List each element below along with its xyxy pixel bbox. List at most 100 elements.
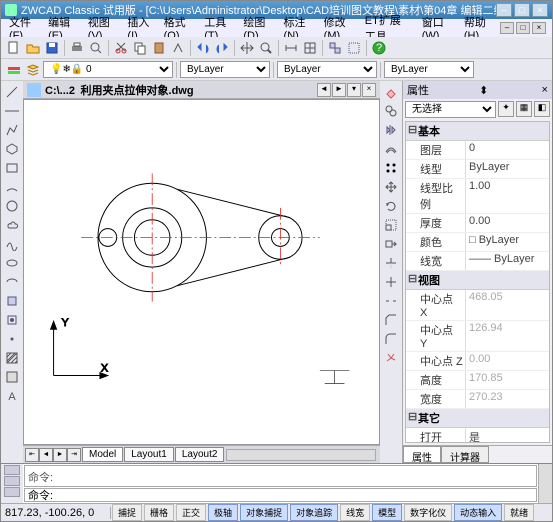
insert-icon[interactable]: [3, 292, 21, 310]
color-combo[interactable]: ByLayer: [180, 61, 270, 78]
doc-nav-right[interactable]: ►: [332, 83, 346, 97]
status-toggle[interactable]: 栅格: [144, 504, 174, 521]
arc-icon[interactable]: [3, 178, 21, 196]
undo-icon[interactable]: [194, 39, 212, 57]
status-toggle[interactable]: 动态输入: [454, 504, 502, 521]
line-icon[interactable]: [3, 83, 21, 101]
fillet-icon[interactable]: [382, 330, 400, 348]
tab-properties[interactable]: 属性: [403, 446, 441, 463]
offset-icon[interactable]: [382, 140, 400, 158]
status-toggle[interactable]: 对象捕捉: [240, 504, 288, 521]
save-icon[interactable]: [43, 39, 61, 57]
command-input[interactable]: 命令:: [24, 488, 537, 502]
pick-add-icon[interactable]: ▦: [516, 101, 532, 117]
close-button[interactable]: ×: [532, 3, 548, 17]
command-history[interactable]: 命令:: [24, 465, 537, 487]
maximize-button[interactable]: □: [514, 3, 530, 17]
tab-last[interactable]: ⇥: [67, 448, 81, 462]
mdi-min[interactable]: –: [500, 22, 514, 34]
new-icon[interactable]: [5, 39, 23, 57]
mdi-max[interactable]: □: [516, 22, 530, 34]
block-icon[interactable]: [3, 311, 21, 329]
group-icon[interactable]: [326, 39, 344, 57]
erase-icon[interactable]: [382, 83, 400, 101]
pan-icon[interactable]: [238, 39, 256, 57]
select-objects-icon[interactable]: ◧: [534, 101, 550, 117]
array-icon[interactable]: [382, 159, 400, 177]
xline-icon[interactable]: [3, 102, 21, 120]
lineweight-combo[interactable]: ByLayer: [384, 61, 474, 78]
zoom-icon[interactable]: [257, 39, 275, 57]
layer-state-icon[interactable]: [5, 61, 23, 79]
circle-icon[interactable]: [3, 197, 21, 215]
redo-icon[interactable]: [213, 39, 231, 57]
trim-icon[interactable]: [382, 254, 400, 272]
cut-icon[interactable]: [112, 39, 130, 57]
minimize-button[interactable]: –: [496, 3, 512, 17]
status-toggle[interactable]: 数字化仪: [404, 504, 452, 521]
cmd-sidebtn-2[interactable]: [4, 476, 20, 486]
prop-pin-icon[interactable]: ⬍: [479, 84, 488, 97]
spline-icon[interactable]: [3, 235, 21, 253]
stretch-icon[interactable]: [382, 235, 400, 253]
tab-first[interactable]: ⇤: [25, 448, 39, 462]
status-toggle[interactable]: 模型: [372, 504, 402, 521]
hscroll[interactable]: [226, 449, 376, 461]
doc-nav-left[interactable]: ◄: [317, 83, 331, 97]
tab-layout1[interactable]: Layout1: [124, 447, 174, 462]
preview-icon[interactable]: [87, 39, 105, 57]
ungroup-icon[interactable]: [345, 39, 363, 57]
extend-icon[interactable]: [382, 273, 400, 291]
table-icon[interactable]: [301, 39, 319, 57]
mdi-close[interactable]: ×: [532, 22, 546, 34]
layer-props-icon[interactable]: [24, 61, 42, 79]
copy-icon[interactable]: [131, 39, 149, 57]
mirror-icon[interactable]: [382, 121, 400, 139]
status-toggle[interactable]: 正交: [176, 504, 206, 521]
polygon-icon[interactable]: [3, 140, 21, 158]
copy2-icon[interactable]: [382, 102, 400, 120]
print-icon[interactable]: [68, 39, 86, 57]
dim-icon[interactable]: [282, 39, 300, 57]
text-icon[interactable]: A: [3, 387, 21, 405]
rect-icon[interactable]: [3, 159, 21, 177]
ellipse-arc-icon[interactable]: [3, 273, 21, 291]
status-toggle[interactable]: 极轴: [208, 504, 238, 521]
prop-close-icon[interactable]: ×: [539, 84, 548, 96]
status-toggle[interactable]: 对象追踪: [290, 504, 338, 521]
point-icon[interactable]: [3, 330, 21, 348]
help-icon[interactable]: ?: [370, 39, 388, 57]
tab-next[interactable]: ►: [53, 448, 67, 462]
tab-model[interactable]: Model: [82, 447, 123, 462]
linetype-combo[interactable]: ByLayer: [277, 61, 377, 78]
explode-icon[interactable]: [382, 349, 400, 367]
ellipse-icon[interactable]: [3, 254, 21, 272]
selection-combo[interactable]: 无选择: [405, 101, 496, 118]
hatch-icon[interactable]: [3, 349, 21, 367]
pline-icon[interactable]: [3, 121, 21, 139]
drawing-canvas[interactable]: Y X: [23, 99, 380, 445]
status-toggle[interactable]: 就绪: [504, 504, 534, 521]
open-icon[interactable]: [24, 39, 42, 57]
region-icon[interactable]: [3, 368, 21, 386]
tab-calc[interactable]: 计算器: [441, 446, 489, 463]
quick-select-icon[interactable]: ✦: [498, 101, 514, 117]
tab-prev[interactable]: ◄: [39, 448, 53, 462]
layer-combo[interactable]: 💡❄🔒 0: [43, 61, 173, 78]
match-icon[interactable]: [169, 39, 187, 57]
break-icon[interactable]: [382, 292, 400, 310]
cmd-vscroll[interactable]: [538, 464, 552, 503]
revcloud-icon[interactable]: [3, 216, 21, 234]
scale-icon[interactable]: [382, 216, 400, 234]
cmd-sidebtn-3[interactable]: [4, 487, 20, 497]
rotate-icon[interactable]: [382, 197, 400, 215]
cmd-sidebtn-1[interactable]: [4, 465, 20, 475]
status-toggle[interactable]: 捕捉: [112, 504, 142, 521]
status-toggle[interactable]: 线宽: [340, 504, 370, 521]
paste-icon[interactable]: [150, 39, 168, 57]
chamfer-icon[interactable]: [382, 311, 400, 329]
prop-grid[interactable]: ⊟基本 图层0 线型ByLayer 线型比例1.00 厚度0.00 颜色□ By…: [405, 121, 550, 443]
doc-close[interactable]: ×: [362, 83, 376, 97]
move-icon[interactable]: [382, 178, 400, 196]
doc-dropdown[interactable]: ▾: [347, 83, 361, 97]
